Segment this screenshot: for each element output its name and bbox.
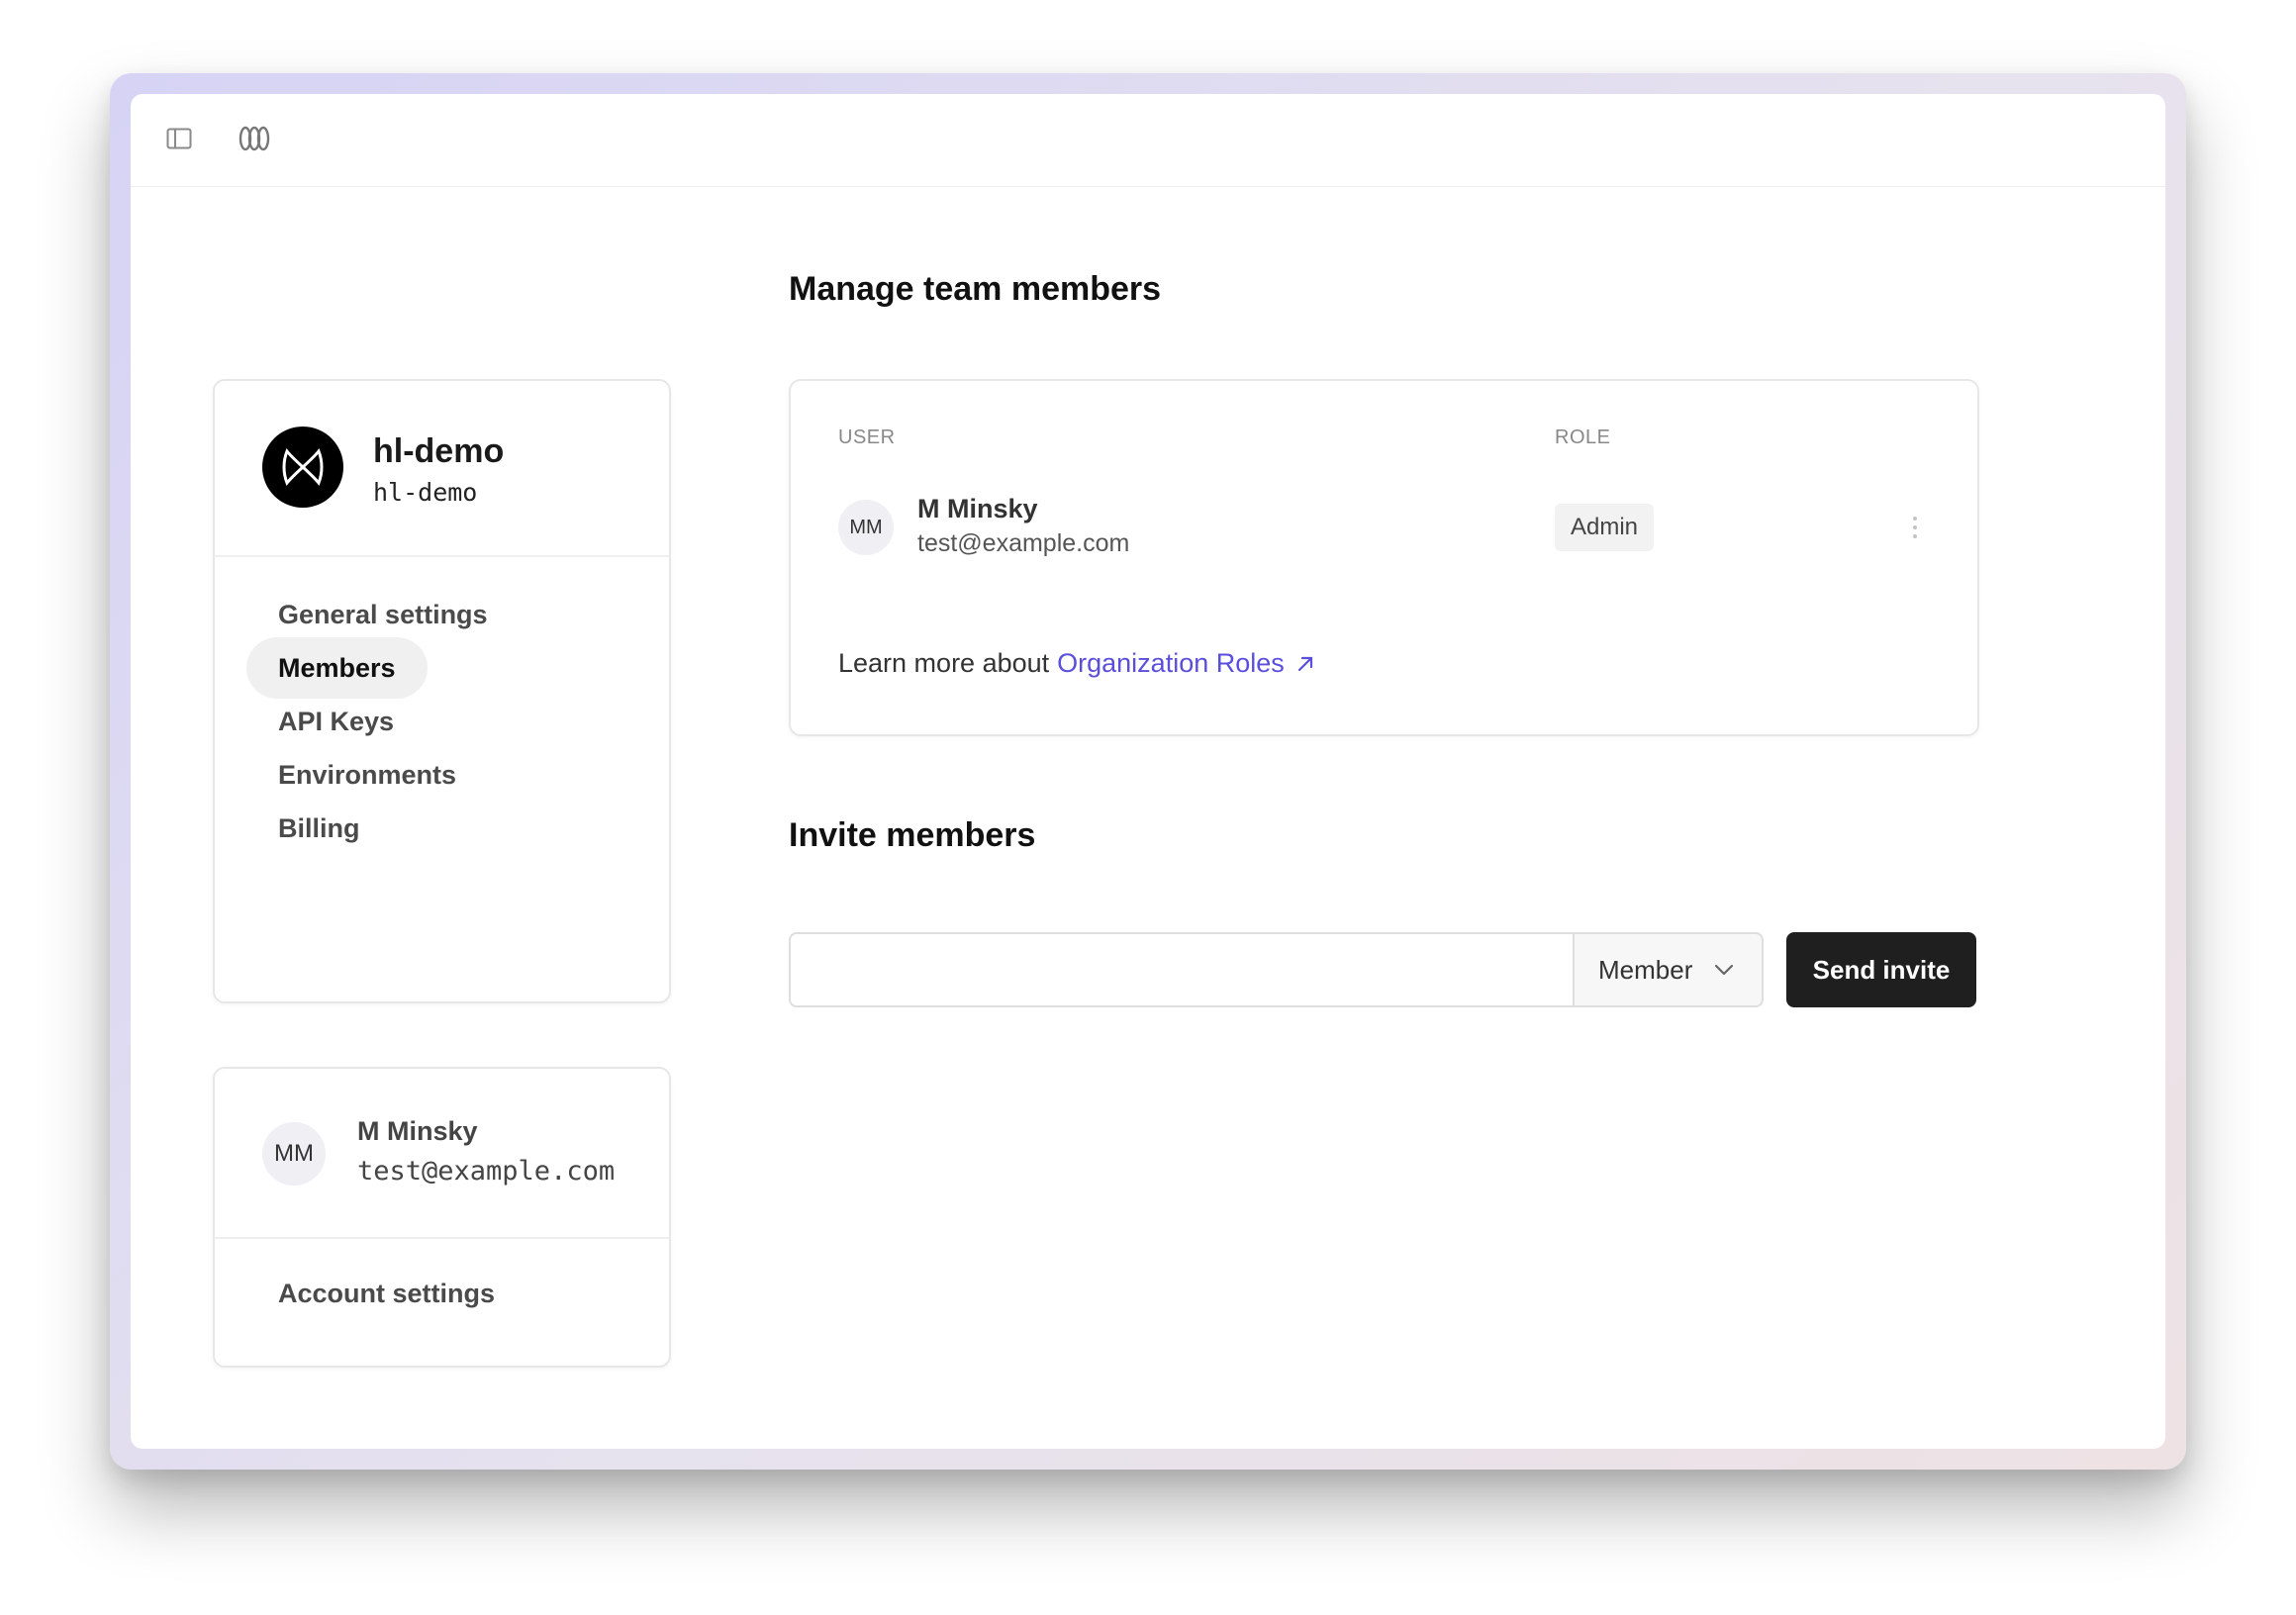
external-link-icon[interactable] <box>1296 655 1314 673</box>
column-header-role: ROLE <box>1555 427 1611 448</box>
learn-more-prefix: Learn more about <box>838 648 1050 678</box>
send-invite-button[interactable]: Send invite <box>1786 932 1976 1007</box>
org-slug: hl-demo <box>373 478 478 507</box>
role-badge: Admin <box>1555 504 1655 551</box>
window-frame: hl-demo hl-demo General settings Members… <box>110 73 2186 1470</box>
user-name: M Minsky <box>357 1116 478 1146</box>
invite-email-input[interactable] <box>789 932 1575 1007</box>
learn-more-text: Learn more about Organization Roles <box>838 648 1314 679</box>
column-header-user: USER <box>838 427 896 448</box>
user-card: MM M Minsky test@example.com Account set… <box>213 1067 671 1368</box>
top-bar <box>131 94 2165 187</box>
invite-section-title: Invite members <box>789 816 1036 854</box>
chevron-down-icon <box>1714 964 1734 976</box>
app-logo-icon[interactable] <box>238 124 271 153</box>
account-settings-link[interactable]: Account settings <box>278 1279 495 1309</box>
nav-item-api-keys[interactable]: API Keys <box>246 691 426 752</box>
org-sidebar-card: hl-demo hl-demo General settings Members… <box>213 379 671 1003</box>
org-name: hl-demo <box>373 432 505 470</box>
user-email: test@example.com <box>357 1156 616 1187</box>
nav-item-billing[interactable]: Billing <box>246 798 392 859</box>
role-select[interactable]: Member <box>1573 932 1764 1007</box>
nav-item-environments[interactable]: Environments <box>246 744 488 806</box>
app-window: hl-demo hl-demo General settings Members… <box>131 94 2165 1449</box>
nav-item-general-settings[interactable]: General settings <box>246 584 520 645</box>
nav-item-members[interactable]: Members <box>246 637 428 699</box>
members-table: USER ROLE MM M Minsky test@example.com A… <box>789 379 1979 736</box>
org-header: hl-demo hl-demo <box>215 381 669 557</box>
more-vertical-icon[interactable] <box>1903 510 1927 545</box>
member-email: test@example.com <box>917 529 1130 557</box>
member-avatar: MM <box>838 500 894 555</box>
user-header: MM M Minsky test@example.com <box>215 1069 669 1239</box>
org-logo-icon <box>262 427 343 508</box>
role-select-value: Member <box>1598 954 1693 985</box>
organization-roles-link[interactable]: Organization Roles <box>1057 648 1285 679</box>
avatar: MM <box>262 1122 326 1186</box>
page-title: Manage team members <box>789 270 1162 308</box>
member-name: M Minsky <box>917 494 1038 523</box>
sidebar-toggle-icon[interactable] <box>166 126 192 151</box>
